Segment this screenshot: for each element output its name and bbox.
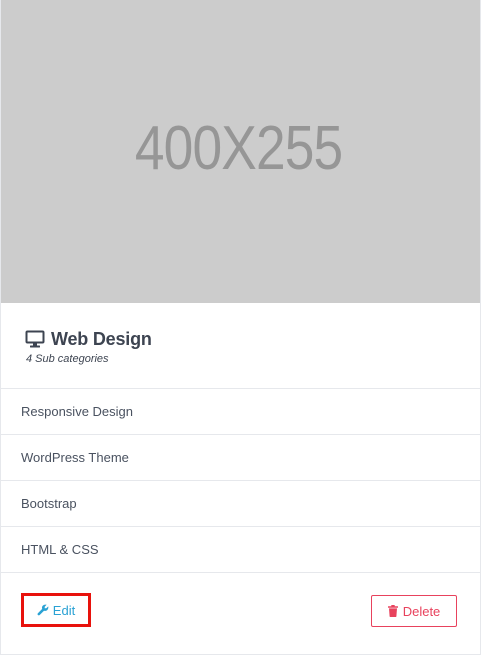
category-subtitle: 4 Sub categories [26,353,109,365]
subcategory-label: Responsive Design [21,404,134,419]
card-footer: Edit Delete [1,573,480,653]
subcategory-item-wordpress-theme[interactable]: WordPress Theme [1,435,480,481]
category-title-row: Web Design [25,329,480,349]
category-title: Web Design [51,328,152,349]
thumbnail-placeholder-text: 400X255 [134,114,343,183]
subcategory-item-responsive-design[interactable]: Responsive Design [1,389,480,435]
subcategory-list: Responsive Design WordPress Theme Bootst… [1,389,480,573]
delete-button[interactable]: Delete [371,595,457,627]
edit-button[interactable]: Edit [21,593,91,627]
wrench-icon [37,604,49,616]
subcategory-item-bootstrap[interactable]: Bootstrap [1,481,480,527]
delete-label: Delete [402,603,441,619]
trash-icon [387,604,398,617]
desktop-icon [25,329,45,349]
subcategory-item-html-css[interactable]: HTML & CSS [1,527,480,573]
category-card: 400X255 Web Design 4 Sub categories Resp… [0,0,481,655]
category-thumbnail: 400X255 [1,0,480,303]
subcategory-label: WordPress Theme [21,450,129,465]
category-header: Web Design 4 Sub categories [1,303,480,389]
subcategory-label: Bootstrap [21,496,77,511]
edit-label: Edit [52,602,76,618]
subcategory-label: HTML & CSS [21,542,99,557]
